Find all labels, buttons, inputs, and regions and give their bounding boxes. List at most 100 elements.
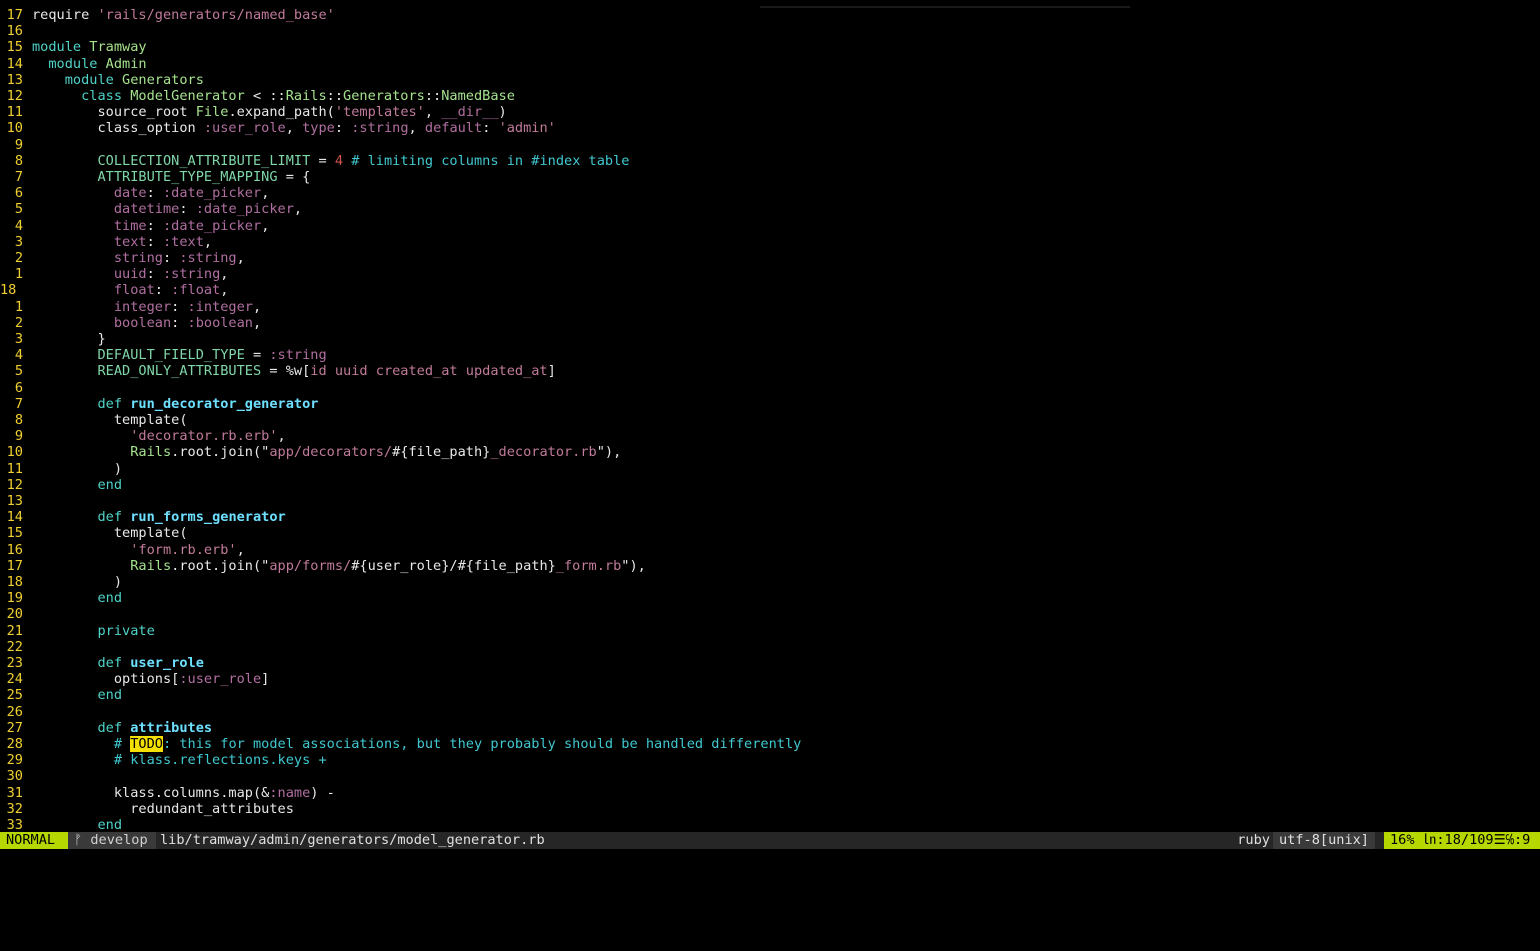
code-token: options[ — [32, 671, 180, 688]
code-token: :string — [269, 347, 327, 364]
code-line[interactable]: 23 def user_role — [0, 655, 204, 671]
code-line[interactable]: 9 'decorator.rb.erb', — [0, 428, 286, 444]
code-token: _form.rb — [555, 557, 622, 574]
code-text: boolean: :boolean, — [32, 315, 261, 331]
code-line[interactable]: 16 'form.rb.erb', — [0, 542, 245, 558]
code-token: :string — [179, 250, 237, 266]
code-line[interactable]: 8 COLLECTION_ATTRIBUTE_LIMIT = 4 # limit… — [0, 152, 630, 169]
code-line-current[interactable]: 18 float: :float, — [0, 282, 228, 298]
code-token: run_forms_generator — [130, 509, 286, 526]
code-text: ATTRIBUTE_TYPE_MAPPING = { — [32, 169, 310, 185]
code-token: = — [310, 152, 335, 169]
code-token: 'form.rb.erb' — [130, 541, 237, 558]
line-number: 15 — [6, 525, 23, 542]
code-line[interactable]: 26 — [0, 704, 32, 720]
code-token: , — [220, 282, 229, 299]
code-line[interactable]: 25 end — [0, 687, 122, 703]
command-line[interactable] — [0, 849, 1540, 867]
code-line[interactable]: 12 class ModelGenerator < ::Rails::Gener… — [0, 88, 515, 104]
code-token: # — [113, 736, 131, 752]
code-line[interactable]: 4 DEFAULT_FIELD_TYPE = :string — [0, 347, 327, 363]
code-line[interactable]: 10 Rails.root.join("app/decorators/#{fil… — [0, 444, 622, 460]
code-line[interactable]: 1 uuid: :string, — [0, 266, 229, 283]
code-line[interactable]: 2 string: :string, — [0, 250, 245, 266]
code-line[interactable]: 2 boolean: :boolean, — [0, 315, 261, 331]
code-line[interactable]: 4 time: :date_picker, — [0, 217, 270, 234]
code-token: uuid — [113, 266, 147, 283]
code-token: , — [253, 314, 262, 331]
code-line[interactable]: 9 — [0, 137, 32, 153]
line-number: 10 — [6, 120, 23, 137]
code-text: } — [32, 331, 105, 347]
code-text: def run_decorator_generator — [32, 396, 318, 412]
code-line[interactable]: 5 datetime: :date_picker, — [0, 201, 302, 217]
code-line[interactable]: 7 ATTRIBUTE_TYPE_MAPPING = { — [0, 169, 310, 185]
code-line[interactable]: 8 template( — [0, 412, 188, 428]
code-line[interactable]: 32 redundant_attributes — [0, 801, 294, 817]
code-line[interactable]: 6 date: :date_picker, — [0, 185, 270, 202]
line-number: 22 — [6, 638, 23, 655]
code-text: module Generators — [32, 72, 204, 88]
code-line[interactable]: 28 # TODO: this for model associations, … — [0, 736, 801, 752]
code-text: source_root File.expand_path('templates'… — [32, 104, 506, 120]
code-token: :date_picker — [162, 217, 262, 234]
code-line[interactable]: 33 end — [0, 817, 122, 832]
code-line[interactable]: 6 — [0, 380, 32, 396]
code-line[interactable]: 13 — [0, 493, 32, 509]
code-token: : — [154, 282, 172, 299]
code-line[interactable]: 3 } — [0, 331, 106, 347]
code-line[interactable]: 17 Rails.root.join("app/forms/#{user_rol… — [0, 558, 646, 574]
line-number: 4 — [14, 217, 23, 234]
code-line[interactable]: 21 private — [0, 623, 155, 639]
code-token: :string — [162, 266, 221, 283]
line-number: 18 — [6, 574, 23, 590]
code-text: end — [32, 687, 122, 703]
line-number: 31 — [6, 784, 23, 801]
line-number: 17 — [6, 7, 23, 23]
code-line[interactable]: 30 — [0, 768, 32, 784]
code-line[interactable]: 20 — [0, 606, 32, 622]
code-token: :float — [171, 282, 221, 299]
code-token: = — [244, 347, 270, 364]
code-line[interactable]: 31 klass.columns.map(&:name) - — [0, 785, 335, 801]
code-line[interactable]: 5 READ_ONLY_ATTRIBUTES = %w[id uuid crea… — [0, 363, 556, 379]
code-token: ) - — [310, 784, 335, 801]
code-line[interactable]: 11 ) — [0, 461, 122, 477]
code-line[interactable]: 14 module Admin — [0, 56, 147, 72]
code-line[interactable]: 3 text: :text, — [0, 234, 212, 250]
code-line[interactable]: 18 ) — [0, 574, 122, 590]
code-line[interactable]: 24 options[:user_role] — [0, 671, 270, 688]
code-text: time: :date_picker, — [32, 217, 270, 234]
code-token: attributes — [130, 719, 213, 736]
code-line[interactable]: 15 template( — [0, 525, 188, 541]
code-token: :boolean — [187, 314, 253, 331]
code-line[interactable]: 17 require 'rails/generators/named_base' — [0, 7, 335, 23]
code-line[interactable]: 11 source_root File.expand_path('templat… — [0, 104, 507, 120]
code-editor[interactable]: 17 require 'rails/generators/named_base' 1… — [0, 0, 1540, 832]
line-number: 6 — [14, 185, 23, 202]
code-line[interactable]: 10 class_option :user_role, type: :strin… — [0, 120, 556, 136]
code-line[interactable]: 15 module Tramway — [0, 39, 147, 55]
code-line[interactable]: 22 — [0, 639, 32, 655]
code-line[interactable]: 16 — [0, 23, 32, 39]
code-line[interactable]: 27 def attributes — [0, 720, 212, 736]
code-line[interactable]: 7 def run_decorator_generator — [0, 396, 319, 412]
code-line[interactable]: 12 end — [0, 477, 122, 493]
code-line[interactable]: 19 end — [0, 590, 122, 606]
code-line[interactable]: 13 module Generators — [0, 72, 204, 88]
line-number: 16 — [6, 23, 23, 40]
code-line[interactable]: 1 integer: :integer, — [0, 299, 261, 315]
line-number: 26 — [6, 703, 23, 720]
code-line[interactable]: 29 # klass.reflections.keys + — [0, 752, 327, 768]
code-text: private — [32, 623, 154, 639]
code-line[interactable]: 14 def run_forms_generator — [0, 509, 286, 525]
code-token: READ_ONLY_ATTRIBUTES — [97, 363, 262, 380]
